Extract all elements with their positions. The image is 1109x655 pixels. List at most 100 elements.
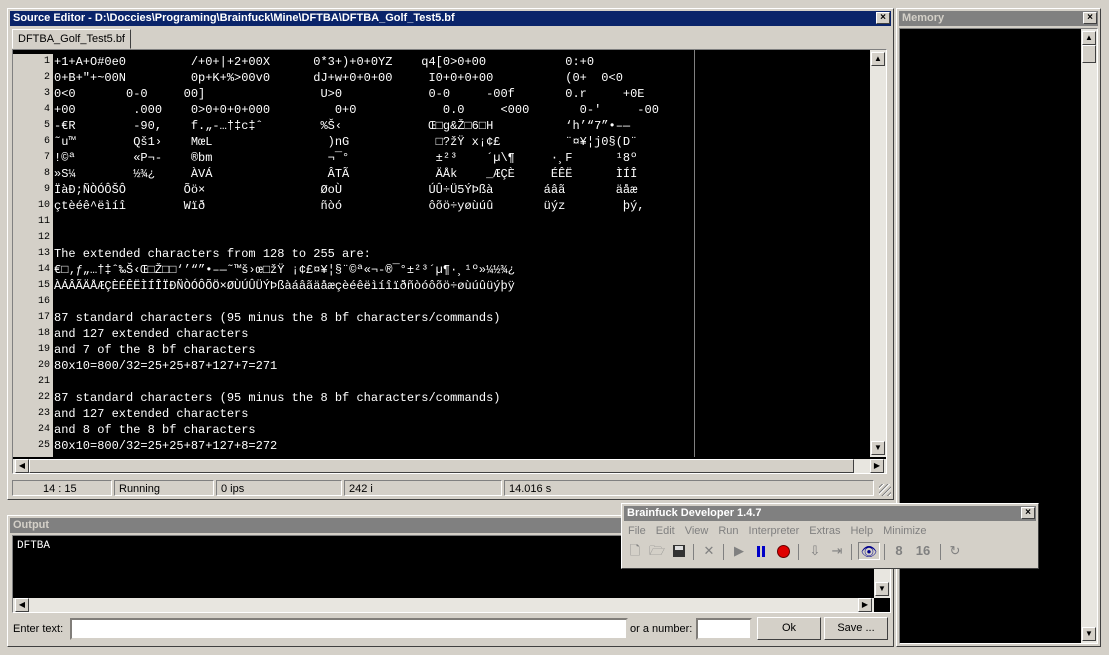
enter-text-input[interactable] bbox=[70, 618, 628, 640]
pause-icon[interactable] bbox=[752, 542, 770, 560]
watch-eye-icon[interactable]: 👁 bbox=[858, 542, 880, 560]
menu-item-view[interactable]: View bbox=[685, 525, 709, 537]
line-number: 18 bbox=[37, 328, 50, 339]
code-text-area[interactable]: +1+A+O#0e0 /+0+|+2+00X 0*3+)+0+0YZ q4[0>… bbox=[54, 54, 868, 457]
line-number: 24 bbox=[37, 424, 50, 435]
ok-button[interactable]: Ok bbox=[757, 617, 821, 640]
instruction-count: 242 i bbox=[344, 480, 502, 496]
developer-titlebar[interactable]: Brainfuck Developer 1.4.7 × bbox=[624, 506, 1036, 521]
scroll-down-icon[interactable]: ▼ bbox=[871, 441, 885, 455]
output-text: DFTBA bbox=[17, 540, 51, 552]
number-input[interactable] bbox=[696, 618, 752, 640]
toolbar-separator bbox=[884, 544, 885, 560]
scroll-left-icon[interactable]: ◀ bbox=[15, 459, 29, 473]
code-line[interactable]: +00 .000 0>0+0+0+000 0+0 0.0 <000 0-' -0… bbox=[54, 102, 868, 118]
code-line[interactable]: The extended characters from 128 to 255 … bbox=[54, 246, 868, 262]
code-line[interactable]: 80x10=800/32=25+25+87+127+8=272 bbox=[54, 438, 868, 454]
code-line[interactable] bbox=[54, 230, 868, 246]
code-line[interactable] bbox=[54, 294, 868, 310]
line-number: 4 bbox=[43, 104, 50, 115]
line-number: 17 bbox=[37, 312, 50, 323]
menu-item-help[interactable]: Help bbox=[850, 525, 873, 537]
line-number: 5 bbox=[43, 120, 50, 131]
code-line[interactable]: +1+A+O#0e0 /+0+|+2+00X 0*3+)+0+0YZ q4[0>… bbox=[54, 54, 868, 70]
editor-horizontal-scrollbar[interactable]: ◀ ▶ bbox=[13, 459, 886, 473]
scroll-up-icon[interactable]: ▲ bbox=[871, 52, 885, 66]
memory-scroll-thumb[interactable] bbox=[1082, 45, 1096, 63]
save-icon[interactable] bbox=[670, 542, 688, 560]
menu-item-edit[interactable]: Edit bbox=[656, 525, 675, 537]
code-line[interactable]: and 8 of the 8 bf characters bbox=[54, 422, 868, 438]
save-button[interactable]: Save ... bbox=[824, 617, 888, 640]
line-number: 8 bbox=[43, 168, 50, 179]
toolbar-separator bbox=[798, 544, 799, 560]
line-number: 14 bbox=[37, 264, 50, 275]
code-line[interactable]: ˜u™ Qš1› MœL )nG □?žŸ x¡¢£ ¨¤¥¦j0§(D¨ bbox=[54, 134, 868, 150]
scroll-right-icon[interactable]: ▶ bbox=[858, 598, 872, 612]
developer-title: Brainfuck Developer 1.4.7 bbox=[627, 507, 762, 519]
close-icon[interactable]: × bbox=[1083, 12, 1097, 24]
editor-vertical-scrollbar[interactable]: ▲ ▼ bbox=[870, 50, 886, 457]
menu-item-file[interactable]: File bbox=[628, 525, 646, 537]
horizontal-scroll-thumb[interactable] bbox=[29, 459, 854, 473]
open-folder-icon[interactable]: 🗁 bbox=[648, 542, 666, 560]
memory-vertical-scrollbar[interactable]: ▲ ▼ bbox=[1081, 29, 1097, 643]
number-label: or a number: bbox=[630, 623, 693, 635]
menu-item-extras[interactable]: Extras bbox=[809, 525, 840, 537]
line-number: 10 bbox=[37, 200, 50, 211]
16-bit-icon[interactable]: 16 bbox=[912, 542, 934, 560]
play-icon[interactable]: ▶ bbox=[730, 542, 748, 560]
code-line[interactable] bbox=[54, 374, 868, 390]
resize-grip-icon[interactable] bbox=[879, 484, 891, 496]
scroll-up-icon[interactable]: ▲ bbox=[1082, 31, 1096, 45]
new-file-icon[interactable]: 🗋 bbox=[626, 542, 644, 560]
line-number: 1 bbox=[43, 56, 50, 67]
code-line[interactable]: 80x10=800/32=25+25+87+127+7=271 bbox=[54, 358, 868, 374]
code-line[interactable]: 87 standard characters (95 minus the 8 b… bbox=[54, 390, 868, 406]
code-line[interactable]: and 127 extended characters bbox=[54, 406, 868, 422]
scroll-down-icon[interactable]: ▼ bbox=[1082, 627, 1096, 641]
wrap-icon[interactable]: ↻ bbox=[946, 542, 964, 560]
code-editor[interactable]: 1 2 3 4 5 6 7 8 9 10 11 12 13 14 15 16 17 18 19 20 21 22 23 24 2… bbox=[12, 49, 887, 474]
step-over-icon[interactable]: ⇥ bbox=[828, 542, 846, 560]
scroll-left-icon[interactable]: ◀ bbox=[15, 598, 29, 612]
menu-item-run[interactable]: Run bbox=[718, 525, 738, 537]
code-line[interactable]: 0+B+"+~00N 0p+K+%>00v0 dJ+w+0+0+00 I0+0+… bbox=[54, 70, 868, 86]
line-number: 7 bbox=[43, 152, 50, 163]
line-number: 6 bbox=[43, 136, 50, 147]
developer-window: Brainfuck Developer 1.4.7 × File Edit View… bbox=[621, 503, 1039, 569]
code-line[interactable]: 87 standard characters (95 minus the 8 b… bbox=[54, 310, 868, 326]
editor-status-bar: 14 : 15 Running 0 ips 242 i 14.016 s bbox=[10, 478, 891, 498]
code-line[interactable]: 0<0 0-0 00] U>0 0-0 -00f 0.r +0E bbox=[54, 86, 868, 102]
line-number: 21 bbox=[37, 376, 50, 387]
code-line[interactable] bbox=[54, 214, 868, 230]
menu-item-interpreter[interactable]: Interpreter bbox=[749, 525, 800, 537]
code-line[interactable]: »S¼ ½¾¿ ÀVÁ ÂTÃ ÄÅk _ÆÇÈ ÉÊË ÌÍÎ bbox=[54, 166, 868, 182]
close-icon[interactable]: × bbox=[876, 12, 890, 24]
menu-item-minimize[interactable]: Minimize bbox=[883, 525, 926, 537]
record-icon[interactable] bbox=[774, 542, 792, 560]
stop-icon[interactable]: ✕ bbox=[700, 542, 718, 560]
code-line[interactable]: ÏàĐ;ÑÒÓÔŠÔ Õö× ØoÙ ÚÛ÷Ü5ÝÞßà áâã äåæ bbox=[54, 182, 868, 198]
code-line[interactable]: and 127 extended characters bbox=[54, 326, 868, 342]
memory-titlebar[interactable]: Memory × bbox=[899, 11, 1098, 26]
line-number: 13 bbox=[37, 248, 50, 259]
8-bit-icon[interactable]: 8 bbox=[890, 542, 908, 560]
source-editor-titlebar[interactable]: Source Editor - D:\Doccies\Programing\Br… bbox=[10, 11, 891, 26]
code-line[interactable]: ÀÁÂÃÄÅÆÇÈÉÊËÌÍÎÏÐÑÒÓÔÕÖ×ØÙÚÛÜÝÞßàáâãäåæç… bbox=[54, 278, 868, 294]
output-title: Output bbox=[13, 519, 50, 531]
code-line[interactable]: !©ª «P¬- ®bm ¬¯° ±²³ ´µ\¶ ·¸F ¹8º bbox=[54, 150, 868, 166]
close-icon[interactable]: × bbox=[1021, 507, 1035, 519]
step-icon[interactable]: ⇩ bbox=[806, 542, 824, 560]
code-line[interactable]: and 7 of the 8 bf characters bbox=[54, 342, 868, 358]
execution-speed: 0 ips bbox=[216, 480, 342, 496]
code-line[interactable]: çtèéê^ëìíî Wïð ñòó ôõö÷yøùúû üýz þý, bbox=[54, 198, 868, 214]
code-line[interactable]: -€R -90, f.„-…†‡c‡ˆ %Š‹ Œ□g&Ž□6□H ‘h’“7”… bbox=[54, 118, 868, 134]
scroll-down-icon[interactable]: ▼ bbox=[875, 582, 889, 596]
line-number: 25 bbox=[37, 440, 50, 451]
output-horizontal-scrollbar[interactable]: ◀ ▶ bbox=[13, 598, 874, 612]
scroll-right-icon[interactable]: ▶ bbox=[870, 459, 884, 473]
source-editor-title: Source Editor - D:\Doccies\Programing\Br… bbox=[13, 12, 455, 24]
file-tab[interactable]: DFTBA_Golf_Test5.bf bbox=[12, 29, 131, 49]
code-line[interactable]: €□‚ƒ„…†‡ˆ‰Š‹Œ□Ž□□‘’“”•–—˜™š›œ□žŸ ¡¢£¤¥¦§… bbox=[54, 262, 868, 278]
